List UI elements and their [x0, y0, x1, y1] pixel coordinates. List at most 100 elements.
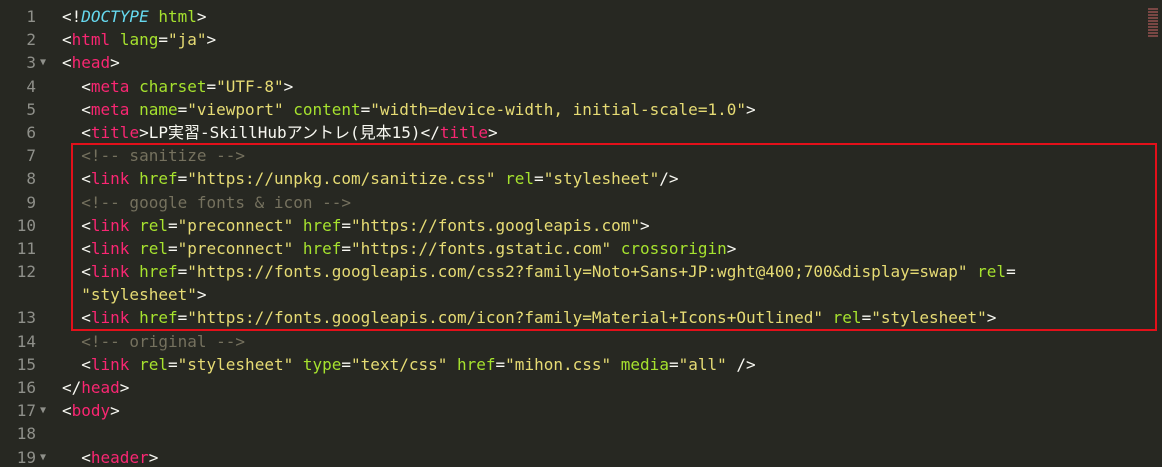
line-code: <body>	[62, 399, 1142, 422]
fold-arrow-icon[interactable]: ▼	[40, 399, 46, 422]
code-token: rel	[505, 169, 535, 189]
code-line[interactable]: 14 <!-- original -->	[0, 330, 1162, 353]
code-token: =	[534, 169, 544, 189]
minimap[interactable]	[1148, 8, 1158, 52]
code-token: rel	[977, 262, 1007, 282]
code-line[interactable]: 6 <title>LP実習-SkillHubアントレ(見本15)</title>	[0, 121, 1162, 144]
code-line[interactable]: 15 <link rel="stylesheet" type="text/css…	[0, 353, 1162, 376]
line-number: 17	[16, 401, 36, 421]
code-token: <	[62, 30, 72, 50]
code-token: body	[71, 401, 111, 421]
code-token: DOCTYPE	[81, 7, 149, 26]
code-line[interactable]: 12 <link href="https://fonts.googleapis.…	[0, 260, 1162, 306]
line-code: </head>	[62, 376, 1142, 399]
line-code: <!-- original -->	[62, 330, 1142, 353]
code-line[interactable]: 8 <link href="https://unpkg.com/sanitize…	[0, 167, 1162, 190]
code-line[interactable]: 3 ▼ <head>	[0, 51, 1162, 74]
code-line[interactable]: 17 ▼ <body>	[0, 399, 1162, 422]
line-number: 7	[26, 146, 36, 166]
code-token: html	[71, 30, 111, 50]
code-token: link	[90, 308, 130, 328]
line-number: 8	[26, 169, 36, 189]
code-token: rel	[139, 354, 168, 374]
code-token: >	[148, 447, 159, 467]
code-token: =	[167, 354, 178, 374]
code-line[interactable]: 13 <link href="https://fonts.googleapis.…	[0, 306, 1162, 329]
code-area[interactable]: 1 <!DOCTYPE html> 2 <html lang="ja"> 3 ▼ <head…	[0, 5, 1162, 467]
code-token: href	[139, 308, 178, 328]
line-code: <link rel="stylesheet" type="text/css" h…	[62, 353, 1142, 376]
code-token: "https://fonts.googleapis.com/icon?famil…	[187, 308, 824, 328]
code-token: crossorigin	[620, 238, 727, 258]
code-token: =	[177, 169, 188, 189]
code-line[interactable]: 19 ▼ <header>	[0, 446, 1162, 467]
code-token: "https://fonts.googleapis.com/css2?famil…	[187, 262, 968, 282]
code-token: =	[861, 308, 872, 328]
code-token: "UTF-8"	[216, 76, 284, 96]
code-token: "preconnect"	[177, 215, 294, 235]
code-token: head	[71, 53, 111, 73]
code-token: =	[495, 354, 506, 374]
fold-arrow-icon[interactable]: ▼	[40, 51, 46, 74]
code-token: =	[167, 215, 178, 235]
code-token: =	[177, 308, 188, 328]
code-token: =	[167, 238, 178, 258]
code-line[interactable]: 1 <!DOCTYPE html>	[0, 5, 1162, 28]
line-number: 15	[16, 354, 36, 374]
code-token: <!	[62, 7, 82, 26]
code-line[interactable]: 4 <meta charset="UTF-8">	[0, 75, 1162, 98]
code-token: <	[62, 308, 91, 328]
line-number: 5	[26, 99, 36, 119]
code-token: rel	[139, 238, 168, 258]
code-token: <	[62, 354, 91, 374]
line-number: 2	[26, 30, 36, 50]
line-code: <link href="https://fonts.googleapis.com…	[62, 306, 1142, 329]
code-token: "stylesheet"	[62, 285, 197, 305]
code-line[interactable]: 7 <!-- sanitize -->	[0, 144, 1162, 167]
line-number: 16	[16, 378, 36, 398]
code-token: name	[139, 99, 178, 119]
code-token: title	[90, 122, 140, 142]
code-token: >	[206, 30, 217, 50]
code-line[interactable]: 16 </head>	[0, 376, 1162, 399]
code-token: href	[302, 215, 342, 235]
code-line[interactable]: 11 <link rel="preconnect" href="https://…	[0, 237, 1162, 260]
line-code: <!-- google fonts & icon -->	[62, 191, 1142, 214]
fold-arrow-icon[interactable]: ▼	[40, 446, 46, 467]
line-code: <head>	[62, 51, 1142, 74]
code-line[interactable]: 18	[0, 422, 1162, 445]
code-token: "https://unpkg.com/sanitize.css"	[187, 169, 496, 189]
line-number: 19	[16, 447, 36, 467]
code-editor[interactable]: 1 <!DOCTYPE html> 2 <html lang="ja"> 3 ▼ <head…	[0, 0, 1162, 467]
line-number: 10	[16, 215, 36, 235]
code-token: =	[206, 76, 217, 96]
code-line[interactable]: 5 <meta name="viewport" content="width=d…	[0, 98, 1162, 121]
code-token: <	[62, 122, 91, 142]
code-token: "stylesheet"	[177, 354, 294, 374]
code-token: meta	[90, 76, 130, 96]
line-code: <link href="https://unpkg.com/sanitize.c…	[62, 167, 1142, 190]
line-number: 18	[16, 424, 36, 444]
code-line[interactable]: 10 <link rel="preconnect" href="https://…	[0, 214, 1162, 237]
code-line[interactable]: 2 <html lang="ja">	[0, 28, 1162, 51]
code-token: "stylesheet"	[871, 308, 987, 328]
code-line[interactable]: 9 <!-- google fonts & icon -->	[0, 191, 1162, 214]
code-token: =	[341, 354, 352, 374]
line-code: <title>LP実習-SkillHubアントレ(見本15)</title>	[62, 121, 1142, 144]
code-token: "mihon.css"	[505, 354, 612, 374]
line-code: <meta charset="UTF-8">	[62, 75, 1142, 98]
code-token: >	[196, 7, 207, 26]
code-token: <	[62, 238, 91, 258]
code-token: <	[62, 262, 91, 282]
code-token: "all"	[678, 354, 727, 374]
code-token: html	[158, 7, 197, 26]
